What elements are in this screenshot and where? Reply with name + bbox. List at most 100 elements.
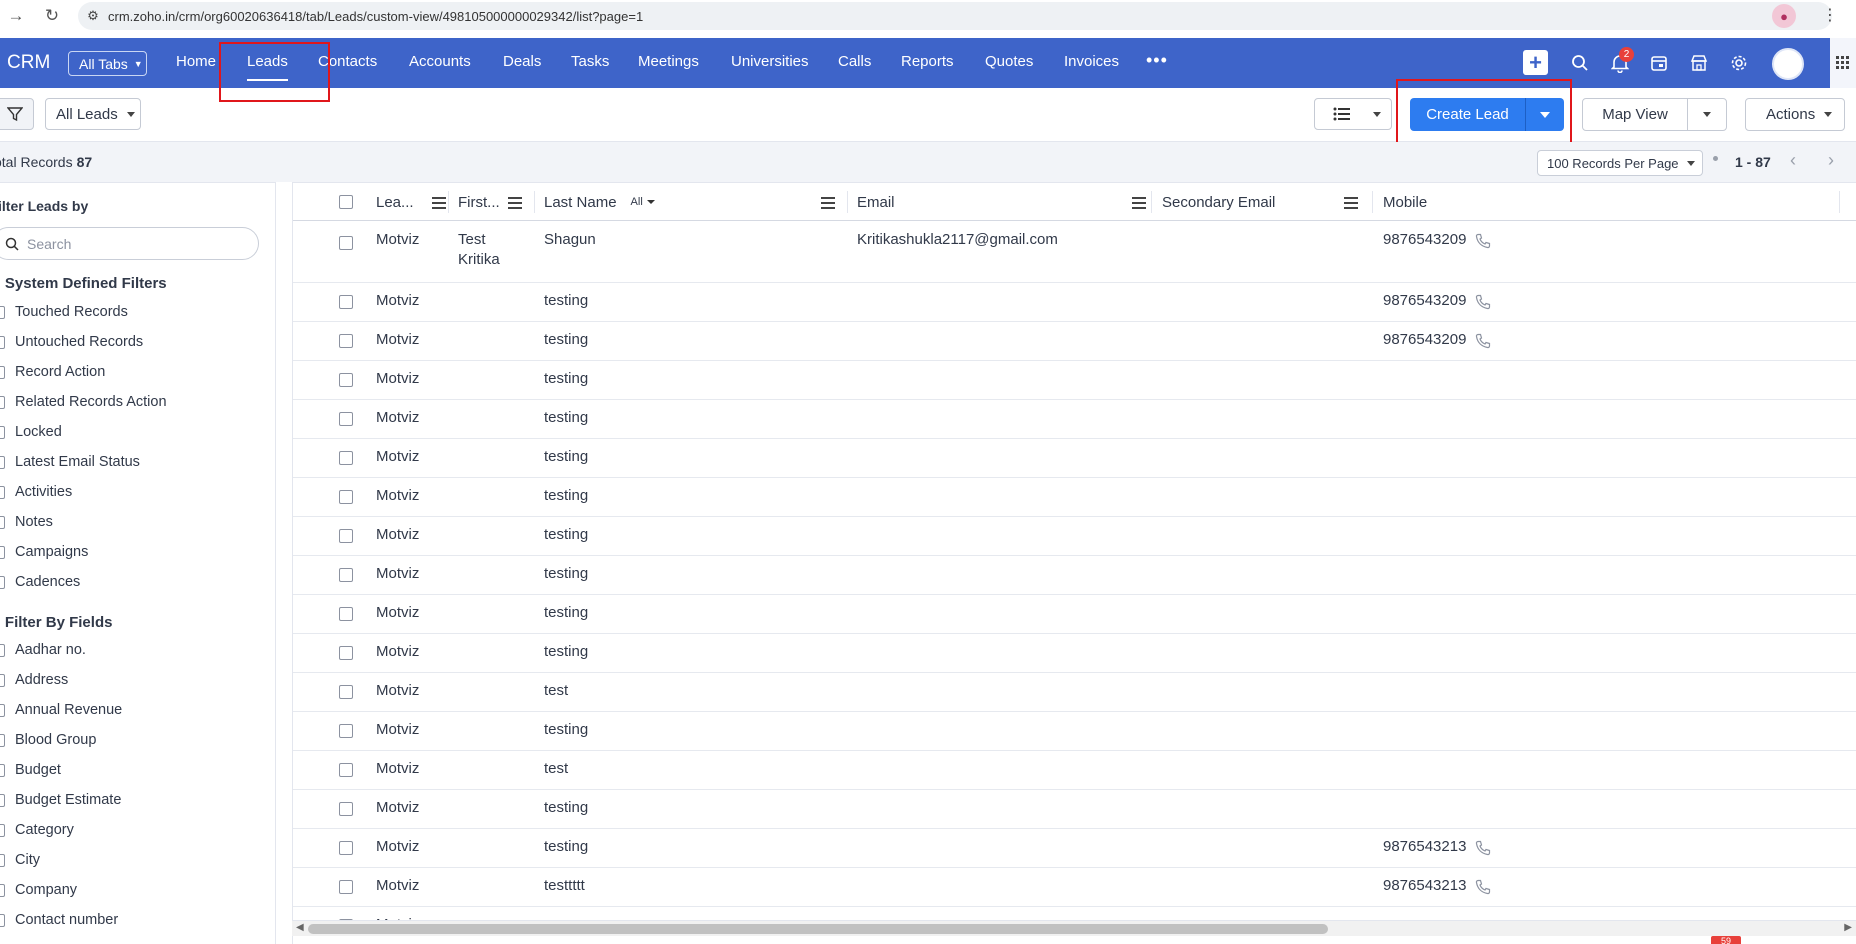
profile-icon[interactable]: ●	[1772, 4, 1796, 28]
checkbox[interactable]	[0, 643, 5, 657]
checkbox[interactable]	[0, 913, 5, 927]
checkbox[interactable]	[0, 733, 5, 747]
cell-last-name[interactable]: testing	[544, 292, 588, 309]
table-row[interactable]: Motviz test	[293, 751, 1856, 790]
row-checkbox[interactable]	[339, 646, 353, 660]
filter-untouched-records[interactable]: Untouched Records	[0, 334, 143, 350]
browser-menu-icon[interactable]: ⋮	[1822, 5, 1838, 25]
cell-last-name[interactable]: testing	[544, 409, 588, 426]
system-filters-heading[interactable]: ▼System Defined Filters	[0, 275, 167, 292]
tab-calls[interactable]: Calls	[838, 53, 871, 70]
checkbox[interactable]	[0, 485, 5, 499]
filter-contact-number[interactable]: Contact number	[0, 912, 118, 928]
column-menu-icon[interactable]	[1132, 197, 1146, 212]
filter-toggle-button[interactable]	[0, 98, 34, 130]
table-row[interactable]: Motviz testing	[293, 712, 1856, 751]
cell-last-name[interactable]: testing	[544, 721, 588, 738]
row-checkbox[interactable]	[339, 373, 353, 387]
tab-reports[interactable]: Reports	[901, 53, 954, 70]
list-view-toggle[interactable]	[1314, 98, 1392, 130]
column-last-name[interactable]: Last Name All	[544, 183, 845, 221]
cell-last-name[interactable]: Shagun	[544, 231, 596, 248]
create-lead-dropdown[interactable]	[1526, 111, 1564, 118]
table-row[interactable]: Motviz testing	[293, 361, 1856, 400]
table-row[interactable]: Motviz testing 9876543213	[293, 829, 1856, 868]
table-row[interactable]: Motviz testing 9876543209	[293, 322, 1856, 361]
checkbox[interactable]	[0, 365, 5, 379]
map-view-button[interactable]: Map View	[1582, 98, 1727, 131]
table-row[interactable]: Motviz testing	[293, 556, 1856, 595]
tab-quotes[interactable]: Quotes	[985, 53, 1033, 70]
column-menu-icon[interactable]	[508, 197, 522, 212]
tab-deals[interactable]: Deals	[503, 53, 541, 70]
tab-home[interactable]: Home	[176, 53, 216, 70]
table-row[interactable]: Motviz test	[293, 673, 1856, 712]
filter-search-input[interactable]: Search	[0, 227, 259, 260]
quick-create-icon[interactable]: +	[1523, 50, 1548, 75]
filter-latest-email-status[interactable]: Latest Email Status	[0, 454, 140, 470]
filter-notes[interactable]: Notes	[0, 514, 53, 530]
checkbox[interactable]	[0, 793, 5, 807]
filter-annual-revenue[interactable]: Annual Revenue	[0, 702, 122, 718]
table-row[interactable]: Motviz testing	[293, 439, 1856, 478]
records-per-page-select[interactable]: 100 Records Per Page	[1537, 150, 1703, 176]
checkbox[interactable]	[0, 455, 5, 469]
checkbox[interactable]	[0, 883, 5, 897]
row-checkbox[interactable]	[339, 412, 353, 426]
tab-universities[interactable]: Universities	[731, 53, 809, 70]
cell-last-name[interactable]: testing	[544, 799, 588, 816]
avatar[interactable]	[1772, 48, 1804, 80]
last-name-filter-select[interactable]: All	[631, 196, 655, 208]
table-row[interactable]: Motviz testing	[293, 400, 1856, 439]
column-mobile[interactable]: Mobile	[1383, 183, 1843, 221]
filter-city[interactable]: City	[0, 852, 40, 868]
all-tabs-button[interactable]: All Tabs ▼	[68, 51, 147, 76]
table-row[interactable]: Motviz testing	[293, 595, 1856, 634]
tab-accounts[interactable]: Accounts	[409, 53, 471, 70]
gear-icon[interactable]	[1728, 52, 1750, 74]
filter-record-action[interactable]: Record Action	[0, 364, 105, 380]
brand-logo[interactable]: CRM	[7, 52, 50, 74]
next-page-icon[interactable]: ›	[1828, 150, 1834, 171]
table-row[interactable]: Motviz testing	[293, 790, 1856, 829]
filter-budget[interactable]: Budget	[0, 762, 61, 778]
filter-touched-records[interactable]: Touched Records	[0, 304, 128, 320]
phone-icon[interactable]	[1475, 294, 1491, 314]
cell-email[interactable]: Kritikashukla2117@gmail.com	[857, 231, 1058, 248]
table-row[interactable]: Motviz testing	[293, 634, 1856, 673]
checkbox[interactable]	[0, 703, 5, 717]
tab-invoices[interactable]: Invoices	[1064, 53, 1119, 70]
checkbox[interactable]	[0, 545, 5, 559]
row-checkbox[interactable]	[339, 880, 353, 894]
cell-last-name[interactable]: test	[544, 682, 568, 699]
scrollbar-thumb[interactable]	[308, 924, 1328, 934]
phone-icon[interactable]	[1475, 879, 1491, 899]
tab-contacts[interactable]: Contacts	[318, 53, 377, 70]
cell-last-name[interactable]: testing	[544, 448, 588, 465]
filter-aadhar-no[interactable]: Aadhar no.	[0, 642, 86, 658]
filter-campaigns[interactable]: Campaigns	[0, 544, 88, 560]
checkbox[interactable]	[0, 763, 5, 777]
horizontal-scrollbar[interactable]: ◀ ▶	[292, 920, 1856, 936]
row-checkbox[interactable]	[339, 295, 353, 309]
cell-last-name[interactable]: testing	[544, 487, 588, 504]
forward-icon[interactable]: →	[0, 0, 32, 32]
filter-activities[interactable]: Activities	[0, 484, 72, 500]
cell-last-name[interactable]: test	[544, 760, 568, 777]
site-settings-icon[interactable]: ⚙	[78, 8, 108, 24]
table-row[interactable]: Motviz testing	[293, 478, 1856, 517]
view-select[interactable]: All Leads	[45, 98, 141, 130]
column-divider[interactable]	[1839, 191, 1840, 213]
cell-last-name[interactable]: testing	[544, 838, 588, 855]
column-divider[interactable]	[1151, 191, 1152, 213]
tab-tasks[interactable]: Tasks	[571, 53, 609, 70]
previous-page-icon[interactable]: ‹	[1790, 150, 1796, 171]
row-checkbox[interactable]	[339, 685, 353, 699]
checkbox[interactable]	[339, 195, 353, 209]
row-checkbox[interactable]	[339, 763, 353, 777]
row-checkbox[interactable]	[339, 568, 353, 582]
cell-last-name[interactable]: testing	[544, 331, 588, 348]
url-text[interactable]: crm.zoho.in/crm/org60020636418/tab/Leads…	[108, 9, 643, 24]
select-all-checkbox[interactable]	[339, 183, 359, 221]
tab-meetings[interactable]: Meetings	[638, 53, 699, 70]
